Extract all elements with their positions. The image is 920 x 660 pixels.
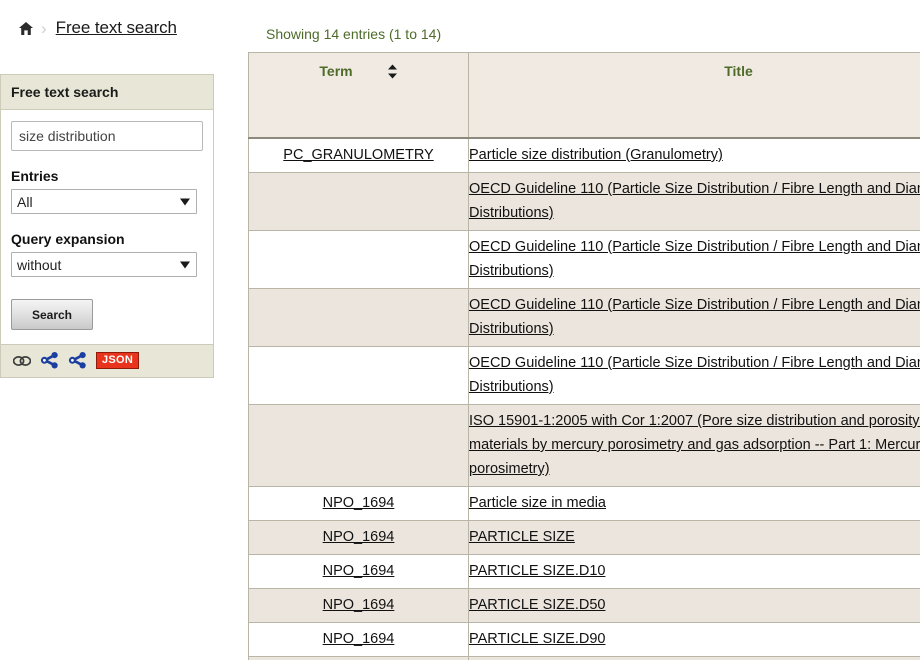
table-cell-term: NPO_1694 bbox=[248, 554, 469, 589]
term-link[interactable]: NPO_1694 bbox=[323, 529, 395, 545]
table-cell-title: OECD Guideline 110 (Particle Size Distri… bbox=[468, 288, 920, 347]
table-row: OECD Guideline 110 (Particle Size Distri… bbox=[248, 346, 920, 405]
sort-updown-icon[interactable] bbox=[387, 64, 398, 79]
title-link[interactable]: OECD Guideline 110 (Particle Size Distri… bbox=[469, 297, 920, 337]
home-icon[interactable] bbox=[18, 21, 34, 36]
title-link[interactable]: OECD Guideline 110 (Particle Size Distri… bbox=[469, 355, 920, 395]
results-table-body: PC_GRANULOMETRY Particle size distributio… bbox=[248, 138, 920, 660]
table-row: NPO_1694 PARTICLE SIZE bbox=[248, 520, 920, 555]
table-cell-term bbox=[248, 346, 469, 405]
json-badge[interactable]: JSON bbox=[96, 352, 140, 369]
table-cell-term: NPO_1694 bbox=[248, 520, 469, 555]
table-row: PC_GRANULOMETRY Particle size distributio… bbox=[248, 138, 920, 173]
query-expansion-select[interactable]: without bbox=[11, 252, 197, 277]
table-cell-title: OECD Guideline 110 (Particle Size Distri… bbox=[468, 172, 920, 231]
table-row: OECD Guideline 110 (Particle Size Distri… bbox=[248, 172, 920, 231]
search-button[interactable]: Search bbox=[11, 299, 93, 330]
table-cell-title: PARTICLE SIZE.DT95 bbox=[468, 656, 920, 660]
table-cell-title: PARTICLE SIZE bbox=[468, 520, 920, 555]
entries-label: Entries bbox=[11, 168, 59, 184]
table-cell-term: NPO_1694 bbox=[248, 622, 469, 657]
breadcrumb-separator: › bbox=[41, 18, 47, 38]
results-table: Term Title PC_GRANULOMETRY Particle size … bbox=[248, 52, 920, 660]
column-header-title: Title bbox=[468, 52, 920, 139]
table-cell-title: PARTICLE SIZE.D90 bbox=[468, 622, 920, 657]
term-link[interactable]: NPO_1694 bbox=[323, 597, 395, 613]
sidebar-panel-title: Free text search bbox=[1, 75, 213, 109]
table-cell-term bbox=[248, 288, 469, 347]
chevron-down-icon bbox=[180, 261, 190, 268]
entries-select[interactable]: All bbox=[11, 189, 197, 214]
title-link[interactable]: Particle size distribution (Granulometry… bbox=[469, 147, 723, 163]
share-network-icon[interactable] bbox=[68, 352, 87, 369]
sidebar-footer-icons: JSON bbox=[1, 344, 213, 377]
term-link[interactable]: PC_GRANULOMETRY bbox=[283, 147, 433, 163]
breadcrumb: › Free text search bbox=[0, 0, 224, 56]
results-panel: Showing 14 entries (1 to 14) Term Title … bbox=[248, 0, 920, 660]
table-cell-title: PARTICLE SIZE.D50 bbox=[468, 588, 920, 623]
table-row: NPO_1694 Particle size in media bbox=[248, 486, 920, 521]
table-cell-term: PC_GRANULOMETRY bbox=[248, 138, 469, 173]
title-link[interactable]: PARTICLE SIZE.D50 bbox=[469, 597, 605, 613]
title-link[interactable]: Particle size in media bbox=[469, 495, 606, 511]
table-cell-title: ISO 15901-1:2005 with Cor 1:2007 (Pore s… bbox=[468, 404, 920, 487]
chevron-down-icon bbox=[180, 198, 190, 205]
table-cell-term bbox=[248, 230, 469, 289]
table-row: OECD Guideline 110 (Particle Size Distri… bbox=[248, 230, 920, 289]
share-rdf-icon[interactable] bbox=[40, 352, 59, 369]
term-link[interactable]: NPO_1694 bbox=[323, 631, 395, 647]
table-row: NPO_1694 PARTICLE SIZE.D10 bbox=[248, 554, 920, 589]
showing-entries-status: Showing 14 entries (1 to 14) bbox=[266, 26, 442, 42]
table-cell-term: NPO_1694 bbox=[248, 656, 469, 660]
table-row: NPO_1694 PARTICLE SIZE.D50 bbox=[248, 588, 920, 623]
table-cell-term: NPO_1694 bbox=[248, 486, 469, 521]
table-row: NPO_1694PARTICLE SIZE.DT95 bbox=[248, 656, 920, 660]
table-cell-title: OECD Guideline 110 (Particle Size Distri… bbox=[468, 230, 920, 289]
table-cell-title: Particle size distribution (Granulometry… bbox=[468, 138, 920, 173]
title-link[interactable]: PARTICLE SIZE bbox=[469, 529, 575, 545]
table-row: OECD Guideline 110 (Particle Size Distri… bbox=[248, 288, 920, 347]
query-expansion-select-value: without bbox=[11, 252, 197, 277]
table-header-row: Term Title bbox=[248, 52, 920, 139]
title-link[interactable]: OECD Guideline 110 (Particle Size Distri… bbox=[469, 239, 920, 279]
breadcrumb-current[interactable]: Free text search bbox=[56, 18, 177, 38]
table-cell-term: NPO_1694 bbox=[248, 588, 469, 623]
search-input[interactable] bbox=[11, 121, 203, 151]
permalink-icon[interactable] bbox=[13, 355, 31, 367]
query-expansion-label: Query expansion bbox=[11, 231, 125, 247]
term-link[interactable]: NPO_1694 bbox=[323, 495, 395, 511]
table-cell-term bbox=[248, 172, 469, 231]
sidebar-panel-body: Entries All Query expansion without Sear… bbox=[1, 109, 213, 344]
column-header-term-label: Term bbox=[319, 63, 353, 79]
table-row: NPO_1694 PARTICLE SIZE.D90 bbox=[248, 622, 920, 657]
column-header-term[interactable]: Term bbox=[248, 52, 469, 139]
table-cell-title: Particle size in media bbox=[468, 486, 920, 521]
term-link[interactable]: NPO_1694 bbox=[323, 563, 395, 579]
title-link[interactable]: PARTICLE SIZE.D10 bbox=[469, 563, 605, 579]
table-cell-term bbox=[248, 404, 469, 487]
table-cell-title: PARTICLE SIZE.D10 bbox=[468, 554, 920, 589]
entries-select-value: All bbox=[11, 189, 197, 214]
title-link[interactable]: PARTICLE SIZE.D90 bbox=[469, 631, 605, 647]
search-sidebar: Free text search Entries All Query expan… bbox=[0, 74, 214, 378]
title-link[interactable]: OECD Guideline 110 (Particle Size Distri… bbox=[469, 181, 920, 221]
title-link[interactable]: ISO 15901-1:2005 with Cor 1:2007 (Pore s… bbox=[469, 413, 920, 477]
table-cell-title: OECD Guideline 110 (Particle Size Distri… bbox=[468, 346, 920, 405]
table-row: ISO 15901-1:2005 with Cor 1:2007 (Pore s… bbox=[248, 404, 920, 487]
column-header-title-label: Title bbox=[724, 63, 753, 79]
